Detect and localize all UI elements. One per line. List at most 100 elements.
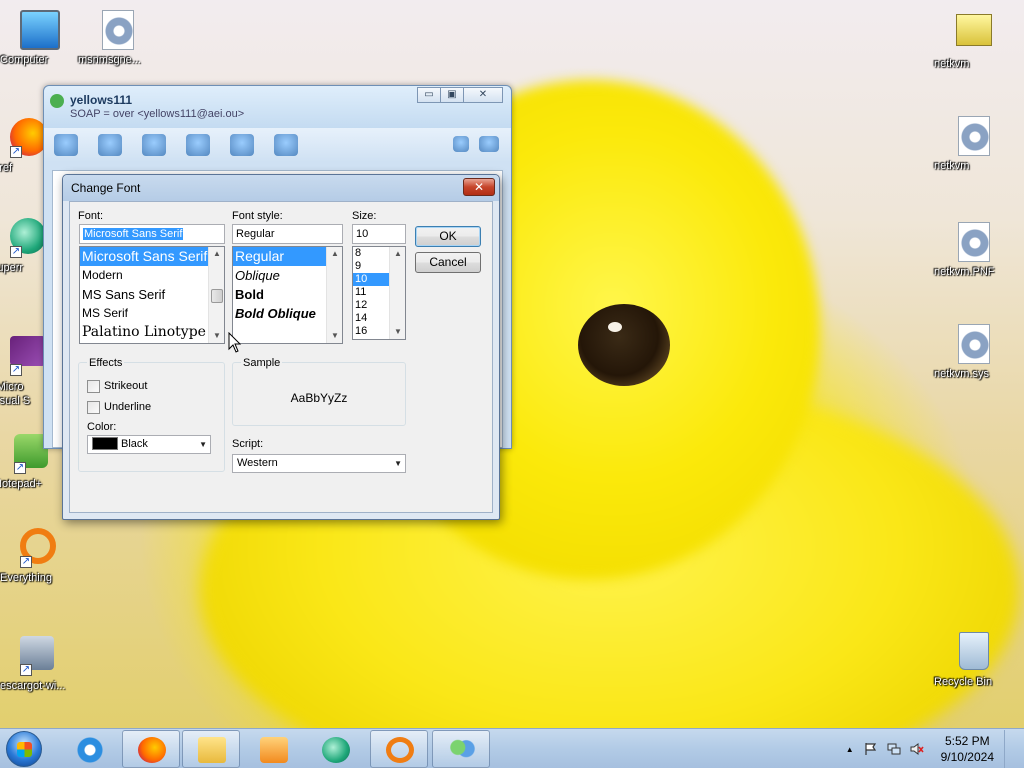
font-list-scrollbar[interactable]: ▲ ▼ <box>208 247 224 343</box>
size-list-scrollbar[interactable]: ▲ ▼ <box>389 247 405 339</box>
font-style-list[interactable]: Regular Oblique Bold Bold Oblique ▲ ▼ <box>232 246 343 344</box>
visual-studio-icon <box>10 336 46 366</box>
font-style-input[interactable]: Regular <box>232 224 343 244</box>
desktop-icon-label: Everything <box>0 572 52 584</box>
block-contact-icon[interactable] <box>274 134 298 156</box>
printer-icon <box>956 14 992 46</box>
taskbar-explorer[interactable] <box>182 730 240 768</box>
desktop-icon-label: escargot-wi... <box>0 680 66 692</box>
font-name-value: Microsoft Sans Serif <box>83 228 184 240</box>
color-label: Color: <box>87 421 117 433</box>
strikeout-label: Strikeout <box>104 380 148 392</box>
underline-checkbox[interactable] <box>87 401 100 414</box>
script-label: Script: <box>232 438 264 450</box>
taskbar-green-app[interactable] <box>306 730 364 768</box>
scroll-up-arrow-icon[interactable]: ▲ <box>209 247 224 261</box>
computer-icon <box>20 10 60 50</box>
scroll-down-arrow-icon[interactable]: ▼ <box>209 329 224 343</box>
font-style-scrollbar[interactable]: ▲ ▼ <box>326 247 342 343</box>
dialog-titlebar[interactable]: Change Font ✕ <box>63 175 499 201</box>
font-list[interactable]: Microsoft Sans Serif Modern MS Sans Seri… <box>79 246 225 344</box>
send-file-icon[interactable] <box>230 134 254 156</box>
options-dropdown-icon[interactable] <box>479 136 499 152</box>
font-name-input[interactable]: Microsoft Sans Serif <box>79 224 225 244</box>
color-dropdown[interactable]: Black ▼ <box>87 435 211 454</box>
font-list-item[interactable]: MS Sans Serif <box>80 285 224 304</box>
shortcut-arrow-icon: ↗ <box>10 364 22 376</box>
maximize-button[interactable]: ▣ <box>440 87 464 103</box>
desktop-icon-netkvm-inf[interactable]: netkvm <box>934 10 1014 70</box>
effects-group: Effects Strikeout Underline Color: Black… <box>78 357 225 472</box>
sample-group: Sample AaBbYyZz <box>232 357 406 426</box>
desktop-icon-netkvm-cat[interactable]: netkvm <box>934 116 1014 172</box>
desktop-icon-label: Recycle Bin <box>934 676 993 688</box>
font-list-item[interactable]: Modern <box>80 266 224 285</box>
gear-file-icon <box>958 324 991 364</box>
ok-button[interactable]: OK <box>415 226 481 247</box>
volume-muted-icon[interactable] <box>910 742 924 756</box>
paintbrush-icon[interactable] <box>453 136 469 152</box>
desktop-icon-label: Notepad+ <box>0 478 43 490</box>
call-icon[interactable] <box>142 134 166 156</box>
video-icon[interactable] <box>186 134 210 156</box>
desktop-icon-computer[interactable]: Computer <box>0 10 80 66</box>
scroll-down-arrow-icon[interactable]: ▼ <box>327 329 342 343</box>
desktop-icon-msnmsgnet[interactable]: msnmsgne... <box>78 10 158 66</box>
desktop-icon-label: msnmsgne... <box>78 54 141 66</box>
scroll-down-arrow-icon[interactable]: ▼ <box>390 325 405 339</box>
font-list-item[interactable]: MS Serif <box>80 304 224 323</box>
size-list[interactable]: 8 9 10 11 12 14 16 ▲ ▼ <box>352 246 406 340</box>
show-desktop-button[interactable] <box>1004 730 1016 768</box>
messenger-toolbar <box>44 128 511 162</box>
clock[interactable]: 5:52 PM 9/10/2024 <box>941 733 994 765</box>
scroll-up-arrow-icon[interactable]: ▲ <box>390 247 405 261</box>
shortcut-arrow-icon: ↗ <box>20 664 32 676</box>
desktop-icon-netkvm-sys[interactable]: netkvm.sys <box>934 324 1014 380</box>
script-dropdown[interactable]: Western ▼ <box>232 454 406 473</box>
desktop-icon-label: Micro Visual S <box>0 381 31 407</box>
minimize-button[interactable]: ▭ <box>417 87 441 103</box>
desktop-icon-label: Superr <box>0 262 24 274</box>
desktop-icon-label: Firef <box>0 162 12 174</box>
taskbar-media-player[interactable] <box>244 730 302 768</box>
messenger-titlebar[interactable]: yellows111 SOAP = over <yellows111@aei.o… <box>44 86 511 128</box>
taskbar-everything[interactable] <box>370 730 428 768</box>
action-center-flag-icon[interactable] <box>864 742 878 756</box>
strikeout-checkbox[interactable] <box>87 380 100 393</box>
taskbar-firefox[interactable] <box>122 730 180 768</box>
contacts-icon[interactable] <box>98 134 122 156</box>
desktop-icon-label: netkvm.sys <box>934 368 990 380</box>
show-hidden-icons-arrow-icon[interactable]: ▲ <box>846 745 854 754</box>
size-item[interactable]: 10 <box>353 273 389 286</box>
effects-title: Effects <box>87 357 125 369</box>
scroll-thumb[interactable] <box>211 289 223 303</box>
shortcut-arrow-icon: ↗ <box>14 462 26 474</box>
scroll-up-arrow-icon[interactable]: ▲ <box>327 247 342 261</box>
shortcut-arrow-icon: ↗ <box>10 146 22 158</box>
taskbar: ▲ 5:52 PM 9/10/2024 <box>0 728 1024 768</box>
buddy-status-icon <box>50 94 64 108</box>
size-input[interactable]: 10 <box>352 224 406 244</box>
firefox-icon <box>138 737 166 763</box>
network-icon[interactable] <box>887 742 901 756</box>
desktop-icon-escargot[interactable]: ↗ escargot-wi... <box>0 632 80 692</box>
desktop-icon-recycle-bin[interactable]: Recycle Bin <box>934 632 1014 688</box>
cancel-button[interactable]: Cancel <box>415 252 481 273</box>
add-contact-icon[interactable] <box>54 134 78 156</box>
desktop-icon-label: netkvm <box>934 58 970 70</box>
desktop-icon-netkvm-pnf[interactable]: netkvm.PNF <box>934 222 1014 278</box>
dialog-title: Change Font <box>71 181 141 195</box>
dialog-close-button[interactable]: ✕ <box>463 178 495 196</box>
close-button[interactable]: ✕ <box>463 87 503 103</box>
taskbar-ie[interactable] <box>60 730 118 768</box>
messenger-title: yellows111 <box>70 93 133 107</box>
clock-time: 5:52 PM <box>944 734 990 748</box>
desktop-icon-label: netkvm.PNF <box>934 266 995 278</box>
shortcut-arrow-icon: ↗ <box>10 246 22 258</box>
font-list-item[interactable]: Palatino Linotype <box>80 323 224 342</box>
change-font-dialog: Change Font ✕ Font: Microsoft Sans Serif… <box>62 174 500 520</box>
start-button[interactable] <box>6 731 42 767</box>
font-list-item[interactable]: Microsoft Sans Serif <box>80 247 224 266</box>
desktop-icon-everything[interactable]: ↗ Everything <box>0 528 80 584</box>
taskbar-messenger[interactable] <box>432 730 490 768</box>
